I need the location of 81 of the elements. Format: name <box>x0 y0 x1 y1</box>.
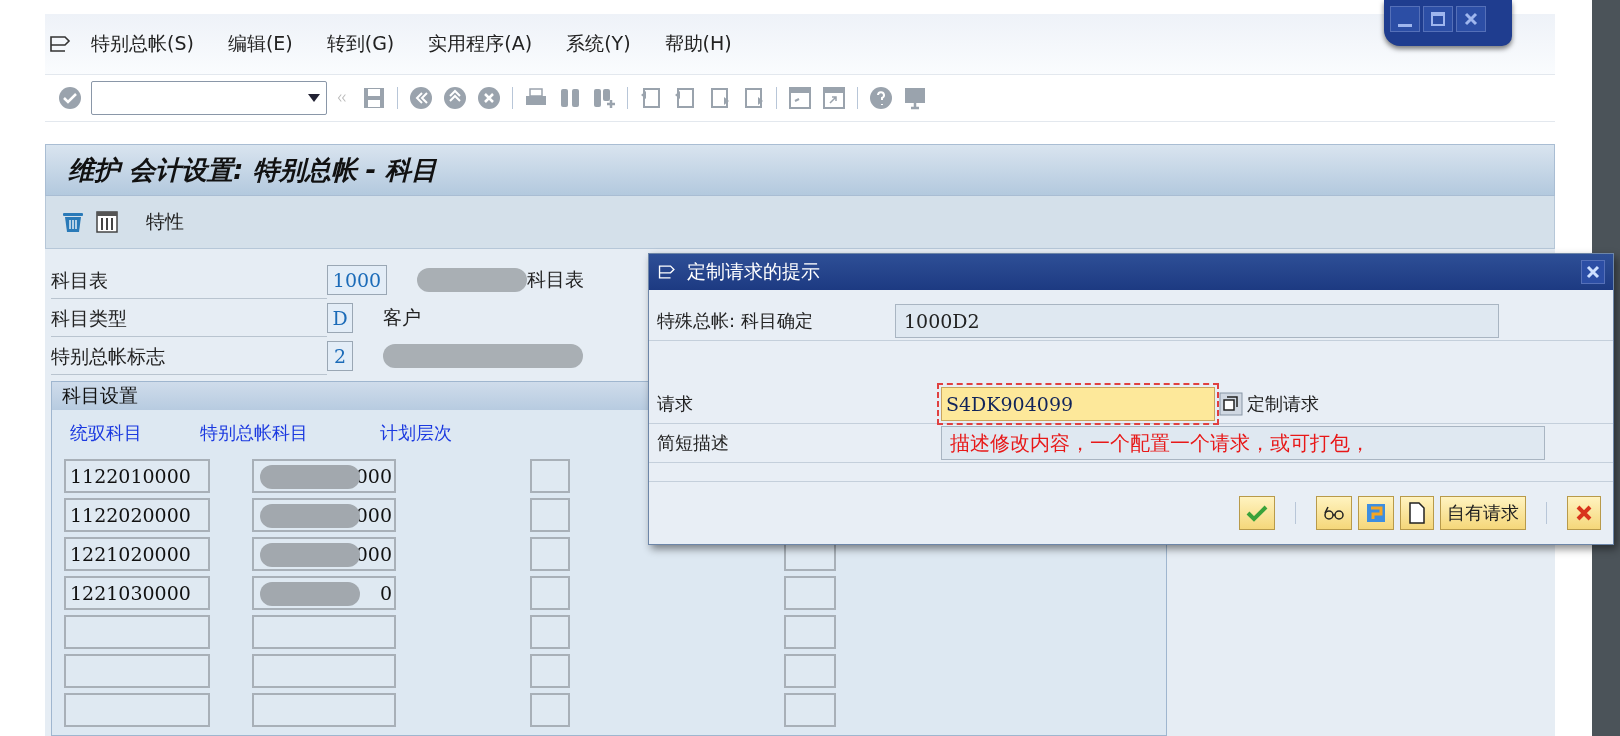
object-field: 1000D2 <box>895 304 1499 338</box>
glasses-icon <box>1323 504 1345 522</box>
input-field[interactable] <box>784 653 836 688</box>
transport-button[interactable] <box>1358 496 1394 530</box>
maximize-icon <box>1430 11 1446 27</box>
account-field[interactable]: 1221030000 <box>64 575 210 610</box>
account-field[interactable] <box>252 692 396 727</box>
close-icon <box>1463 11 1479 27</box>
field-label: 特别总帐标志 <box>51 337 327 375</box>
planning-level-field[interactable] <box>530 536 570 571</box>
minimize-icon <box>1398 23 1412 27</box>
short-description-field[interactable]: 描述修改内容，一个配置一个请求，或可打包， <box>941 426 1545 460</box>
menu-item[interactable]: 帮助(H) <box>664 31 732 57</box>
new-session-icon[interactable] <box>787 85 813 111</box>
save-icon[interactable] <box>361 85 387 111</box>
dialog-title: 定制请求的提示 <box>687 259 821 284</box>
field-label: 科目表 <box>51 261 327 299</box>
field-description: 客户 <box>383 305 421 330</box>
command-field[interactable] <box>91 81 327 115</box>
planning-level-field[interactable] <box>530 692 570 727</box>
check-icon <box>1246 504 1268 522</box>
menu-item[interactable]: 实用程序(A) <box>428 31 533 57</box>
shortcut-icon[interactable] <box>821 85 847 111</box>
copy-icon[interactable] <box>1219 392 1243 416</box>
close-button[interactable] <box>1456 6 1486 32</box>
close-button[interactable] <box>1581 260 1605 284</box>
group-title: 科目设置 <box>62 383 138 408</box>
document-icon <box>1408 502 1426 524</box>
column-header: 统驭科目 <box>70 421 143 445</box>
input-field[interactable] <box>784 692 836 727</box>
field-label: 请求 <box>657 392 694 416</box>
enter-icon[interactable] <box>57 85 83 111</box>
maximize-button[interactable] <box>1423 6 1453 32</box>
exit-icon[interactable] <box>442 85 468 111</box>
dropdown-icon[interactable] <box>308 94 320 102</box>
menu-item[interactable]: 转到(G) <box>326 31 395 57</box>
input-field[interactable] <box>784 614 836 649</box>
confirm-button[interactable] <box>1239 496 1275 530</box>
input-field[interactable] <box>784 575 836 610</box>
account-field[interactable]: 1221020000 <box>64 536 210 571</box>
column-header: 特别总帐科目 <box>200 421 309 445</box>
field-label: 简短描述 <box>657 431 730 455</box>
field-description: 科目表 <box>527 267 584 292</box>
characteristics-button[interactable]: 特性 <box>142 207 188 237</box>
transport-icon <box>1365 502 1387 524</box>
request-tree-button[interactable] <box>1316 496 1352 530</box>
field-label: 特殊总帐: 科目确定 <box>657 309 814 333</box>
field-value[interactable]: D <box>327 303 353 333</box>
screen-title: 维护 会计设置: 特别总帐 - 科目 <box>68 153 438 187</box>
back-icon[interactable] <box>408 85 434 111</box>
customizing-request-link[interactable]: 定制请求 <box>1243 392 1323 416</box>
planning-level-field[interactable] <box>530 653 570 688</box>
field-value[interactable]: 1000 <box>327 265 387 295</box>
help-icon[interactable] <box>868 85 894 111</box>
account-field[interactable] <box>252 653 396 688</box>
cancel-icon <box>1575 504 1593 522</box>
field-value[interactable]: 2 <box>327 341 353 371</box>
account-field[interactable]: 0 <box>252 575 396 610</box>
planning-level-field[interactable] <box>530 614 570 649</box>
account-field[interactable]: 1122010000 <box>64 458 210 493</box>
account-field[interactable] <box>64 692 210 727</box>
cancel-button[interactable] <box>1567 496 1601 530</box>
account-field[interactable] <box>64 614 210 649</box>
planning-level-field[interactable] <box>530 458 570 493</box>
account-field[interactable]: 1122020000 <box>64 497 210 532</box>
field-label: 科目类型 <box>51 299 327 337</box>
own-requests-button[interactable]: 自有请求 <box>1440 496 1526 530</box>
menu-item[interactable]: 系统(Y) <box>566 31 631 57</box>
minimize-button[interactable] <box>1390 6 1420 32</box>
account-field[interactable] <box>252 614 396 649</box>
account-field[interactable] <box>64 653 210 688</box>
menu-item[interactable]: 特别总帐(S) <box>91 31 194 57</box>
planning-level-field[interactable] <box>530 497 570 532</box>
close-icon <box>1586 265 1600 279</box>
monitor-icon[interactable] <box>902 85 928 111</box>
table-icon[interactable] <box>94 209 120 235</box>
column-header: 计划层次 <box>380 421 453 445</box>
create-button[interactable] <box>1400 496 1434 530</box>
planning-level-field[interactable] <box>530 575 570 610</box>
cancel-icon[interactable] <box>476 85 502 111</box>
menu-item[interactable]: 编辑(E) <box>227 31 293 57</box>
